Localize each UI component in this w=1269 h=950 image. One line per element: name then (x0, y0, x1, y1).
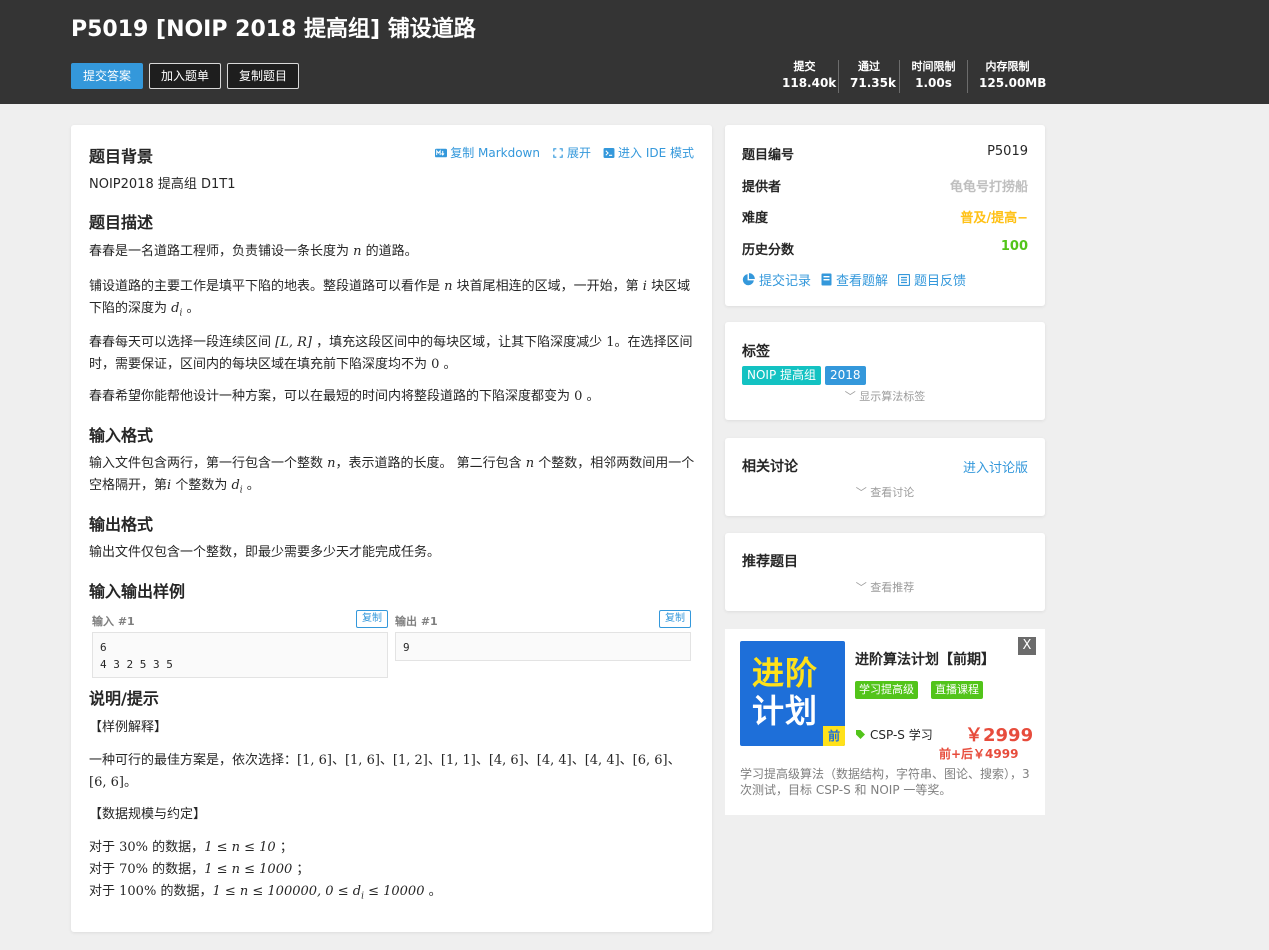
tag-year[interactable]: 2018 (825, 366, 866, 385)
description-paragraph-2: 铺设道路的主要工作是填平下陷的地表。整段道路可以看作是 n 块首尾相连的区域，一… (89, 279, 691, 319)
data-scale-row-2: 对于 70% 的数据，1 ≤ n ≤ 1000 ； (89, 862, 310, 877)
data-scale-row-1: 对于 30% 的数据，1 ≤ n ≤ 10 ； (89, 840, 293, 855)
copy-markdown-button[interactable]: 复制 Markdown (435, 144, 540, 161)
discussion-card: 相关讨论 进入讨论版 ﹀ 查看讨论 (725, 438, 1045, 516)
tags-card: 标签 NOIP 提高组 2018 ﹀ 显示算法标签 (725, 322, 1045, 420)
ad-title: 进阶算法计划【前期】 (855, 652, 995, 668)
tag-icon (856, 730, 865, 739)
info-provider-row: 提供者 龟龟号打捞船 (742, 176, 1028, 195)
sample-output-box[interactable]: 9 (395, 632, 691, 661)
stat-submissions: 提交 118.40k (782, 60, 837, 90)
close-ad-button[interactable]: X (1018, 637, 1036, 655)
ad-course-name: CSP-S 学习 (855, 726, 933, 743)
course-cover-image[interactable]: 进阶 计划 前 (740, 641, 845, 746)
chevron-down-icon: ﹀ (855, 581, 867, 594)
problem-actions: 复制 Markdown 展开 进入 IDE 模式 (435, 144, 694, 161)
submit-answer-button[interactable]: 提交答案 (71, 63, 143, 89)
sample-output-label: 输出 #1 (395, 615, 438, 628)
description-paragraph-4: 春春希望你能帮他设计一种方案，可以在最短的时间内将整段道路的下陷深度都变为 0 … (89, 389, 600, 404)
section-hint-heading: 说明/提示 (89, 689, 159, 708)
course-ad[interactable]: 进阶 计划 前 X 进阶算法计划【前期】 学习提高级 直播课程 CSP-S 学习… (725, 629, 1045, 815)
difficulty-badge: 普及/提高− (960, 211, 1028, 226)
view-discussion[interactable]: ﹀ 查看讨论 (725, 484, 1045, 500)
stat-memory-limit: 内存限制 125.00MB (967, 60, 1047, 93)
section-samples-heading: 输入输出样例 (89, 582, 186, 601)
copy-output-button[interactable]: 复制 (659, 610, 691, 628)
expand-icon (553, 147, 563, 158)
sample-explanation-text: 一种可行的最佳方案是，依次选择：[1, 6]、[1, 6]、[1, 2]、[1,… (89, 753, 681, 790)
pie-chart-icon (742, 273, 755, 286)
background-text: NOIP2018 提高组 D1T1 (89, 177, 236, 192)
description-paragraph-3: 春春每天可以选择一段连续区间 [L, R] ，填充这段区间中的每块区域，让其下陷… (89, 335, 693, 372)
page-title: P5019 [NOIP 2018 提高组] 铺设道路 (71, 17, 476, 42)
problem-stats: 提交 118.40k 通过 71.35k 时间限制 1.00s 内存限制 125… (771, 60, 1047, 93)
provider-link[interactable]: 龟龟号打捞船 (950, 176, 1028, 195)
copy-problem-button[interactable]: 复制题目 (227, 63, 299, 89)
show-algorithm-tags[interactable]: ﹀ 显示算法标签 (725, 388, 1045, 404)
data-scale-title: 【数据规模与约定】 (89, 807, 207, 822)
section-background-heading: 题目背景 (89, 147, 154, 166)
ad-tag-live: 直播课程 (931, 681, 983, 699)
data-scale-row-3: 对于 100% 的数据，1 ≤ n ≤ 100000, 0 ≤ di ≤ 100… (89, 884, 442, 902)
info-id-row: 题目编号 P5019 (742, 144, 1028, 163)
sample-input-box[interactable]: 6 4 3 2 5 3 5 (92, 632, 388, 678)
stat-accepted: 通过 71.35k (838, 60, 899, 93)
stat-time-limit: 时间限制 1.00s (899, 60, 967, 93)
copy-input-button[interactable]: 复制 (356, 610, 388, 628)
description-paragraph-1: 春春是一名道路工程师，负责铺设一条长度为 n 的道路。 (89, 244, 418, 259)
ad-price: ￥2999 (965, 725, 1034, 746)
terminal-icon (603, 147, 615, 158)
chevron-down-icon: ﹀ (855, 486, 867, 499)
tags-heading: 标签 (742, 344, 770, 360)
problem-feedback-link[interactable]: 题目反馈 (898, 270, 966, 289)
problem-id: P5019 (987, 144, 1028, 159)
info-links: 提交记录 查看题解 题目反馈 (742, 270, 966, 289)
info-difficulty-row: 难度 普及/提高− (742, 207, 1028, 226)
ide-mode-button[interactable]: 进入 IDE 模式 (603, 144, 694, 161)
view-solutions-link[interactable]: 查看题解 (821, 270, 888, 289)
sample-explanation-title: 【样例解释】 (89, 720, 168, 735)
ad-tag-level: 学习提高级 (855, 681, 918, 699)
problem-content-card: 复制 Markdown 展开 进入 IDE 模式 题目背景 NOIP2018 提… (71, 125, 712, 932)
problem-info-card: 题目编号 P5019 提供者 龟龟号打捞船 难度 普及/提高− 历史分数 100… (725, 125, 1045, 306)
output-format-text: 输出文件仅包含一个整数，即最少需要多少天才能完成任务。 (89, 545, 441, 560)
ad-combo-price: 前+后￥4999 (939, 747, 1019, 761)
sample-input-label: 输入 #1 (92, 615, 135, 628)
history-score: 100 (1000, 239, 1028, 254)
view-recommendations[interactable]: ﹀ 查看推荐 (725, 579, 1045, 595)
tag-noip[interactable]: NOIP 提高组 (742, 366, 822, 385)
book-icon (821, 273, 832, 286)
discussion-heading: 相关讨论 (742, 459, 798, 475)
input-format-text: 输入文件包含两行，第一行包含一个整数 n，表示道路的长度。 第二行包含 n 个整… (89, 456, 695, 496)
markdown-icon (435, 148, 448, 157)
expand-button[interactable]: 展开 (552, 144, 591, 161)
section-output-format-heading: 输出格式 (89, 515, 154, 534)
ad-description: 学习提高级算法（数据结构，字符串、图论、搜索），3 次测试，目标 CSP-S 和… (740, 767, 1030, 797)
recommend-heading: 推荐题目 (742, 554, 798, 570)
submission-records-link[interactable]: 提交记录 (742, 270, 811, 289)
section-input-format-heading: 输入格式 (89, 426, 154, 445)
enter-discussion-link[interactable]: 进入讨论版 (963, 457, 1028, 476)
add-to-list-button[interactable]: 加入题单 (149, 63, 221, 89)
chevron-down-icon: ﹀ (844, 390, 856, 403)
list-icon (898, 273, 911, 286)
info-score-row: 历史分数 100 (742, 239, 1028, 258)
section-description-heading: 题目描述 (89, 213, 154, 232)
recommend-card: 推荐题目 ﹀ 查看推荐 (725, 533, 1045, 611)
problem-header: P5019 [NOIP 2018 提高组] 铺设道路 提交答案 加入题单 复制题… (0, 0, 1269, 104)
